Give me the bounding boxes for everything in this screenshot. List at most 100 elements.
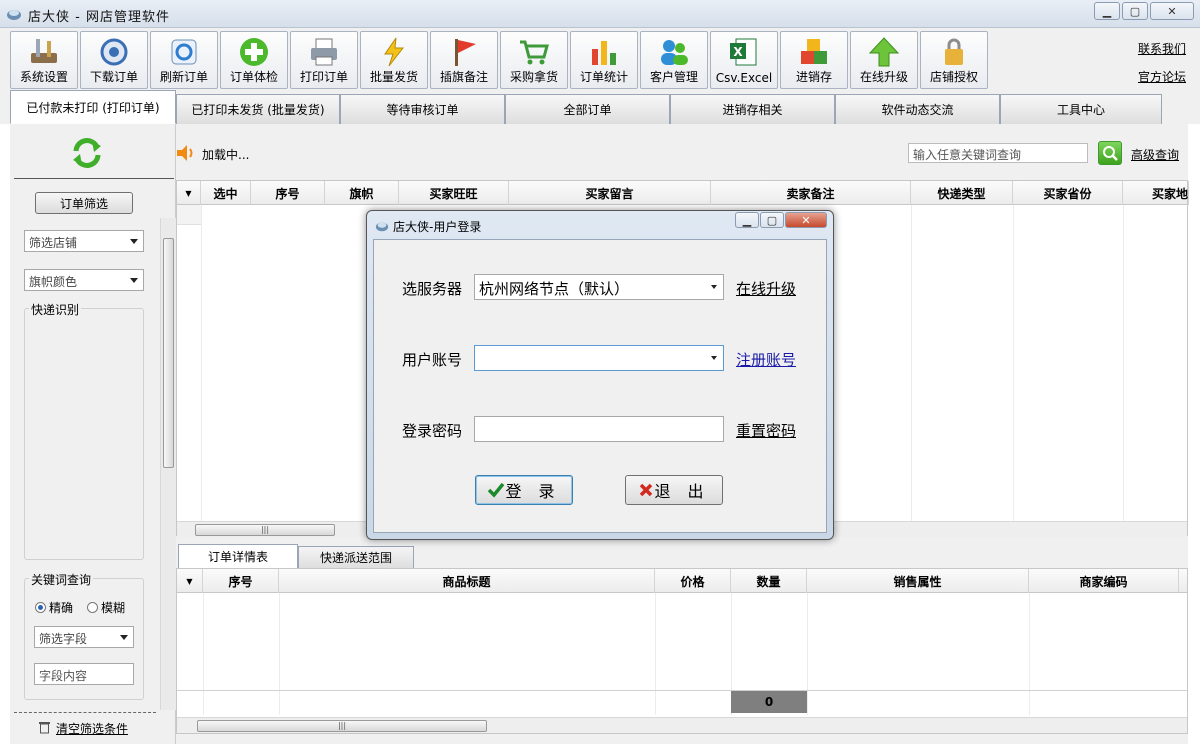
detail-horizontal-scrollbar[interactable]: ||| — [177, 717, 1187, 733]
col-seller-note[interactable]: 卖家备注 — [711, 181, 911, 205]
field-filter-value: 筛选字段 — [39, 632, 88, 646]
field-content-input[interactable]: 字段内容 — [34, 663, 134, 685]
register-account-link[interactable]: 注册账号 — [736, 349, 796, 370]
col-buyer-address[interactable]: 买家地 — [1123, 181, 1189, 205]
flag-note-button[interactable]: 插旗备注 — [430, 31, 498, 89]
col-buyer-message[interactable]: 买家留言 — [509, 181, 711, 205]
lightning-icon — [384, 37, 405, 67]
scroll-thumb[interactable]: ||| — [195, 524, 335, 536]
radio-exact[interactable]: 精确 — [35, 599, 73, 616]
scroll-thumb[interactable] — [163, 238, 174, 468]
grid-menu-cell[interactable]: ▼ — [177, 181, 201, 205]
tab-tool-center[interactable]: 工具中心 — [1000, 94, 1162, 124]
clear-filter-link[interactable]: 清空筛选条件 — [56, 720, 128, 737]
col-selected[interactable]: 选中 — [201, 181, 251, 205]
divider — [14, 712, 156, 713]
radio-fuzzy[interactable]: 模糊 — [87, 599, 125, 616]
main-toolbar: 系统设置 下载订单 刷新订单 订单体检 打印订单 批量发货 插旗备注 采购拿货 … — [0, 28, 1200, 90]
col-serial[interactable]: 序号 — [251, 181, 325, 205]
app-logo-icon — [375, 222, 389, 232]
grid-line — [911, 205, 912, 525]
app-logo-icon — [7, 10, 21, 20]
order-tabs: 已付款未打印 (打印订单) 已打印未发货 (批量发货) 等待审核订单 全部订单 … — [0, 90, 1200, 124]
tool-label: 进销存 — [795, 70, 832, 84]
order-check-button[interactable]: 订单体检 — [220, 31, 288, 89]
col-flag[interactable]: 旗帜 — [325, 181, 399, 205]
reset-password-link[interactable]: 重置密码 — [736, 420, 796, 441]
flag-color-select[interactable]: 旗帜颜色 — [24, 269, 144, 291]
grid-menu-cell[interactable]: ▼ — [177, 569, 203, 593]
inventory-button[interactable]: 进销存 — [780, 31, 848, 89]
csv-excel-button[interactable]: X Csv.Excel — [710, 31, 778, 89]
exit-button[interactable]: 退 出 — [625, 475, 723, 505]
radio-label: 精确 — [49, 601, 74, 615]
keyword-search-input[interactable]: 输入任意关键词查询 — [908, 143, 1088, 163]
shop-authorize-button[interactable]: 店铺授权 — [920, 31, 988, 89]
login-button[interactable]: 登 录 — [475, 475, 573, 505]
grid-line — [201, 205, 202, 525]
grid-line — [655, 593, 656, 715]
sidebar-scrollbar[interactable] — [160, 218, 176, 710]
print-orders-button[interactable]: 打印订单 — [290, 31, 358, 89]
online-upgrade-button[interactable]: 在线升级 — [850, 31, 918, 89]
boxes-icon — [801, 39, 827, 64]
tab-software-news[interactable]: 软件动态交流 — [835, 94, 1000, 124]
col-price[interactable]: 价格 — [655, 569, 731, 593]
batch-ship-button[interactable]: 批量发货 — [360, 31, 428, 89]
tab-inventory[interactable]: 进销存相关 — [670, 94, 835, 124]
group-title: 快递识别 — [29, 301, 82, 318]
download-orders-button[interactable]: 下载订单 — [80, 31, 148, 89]
col-merchant-code[interactable]: 商家编码 — [1029, 569, 1179, 593]
search-button[interactable] — [1098, 141, 1122, 165]
col-sales-attributes[interactable]: 销售属性 — [807, 569, 1029, 593]
divider — [14, 178, 174, 179]
dialog-minimize-button[interactable]: ▁ — [735, 212, 759, 228]
field-filter-select[interactable]: 筛选字段 — [34, 626, 134, 648]
refresh-orders-button[interactable]: 刷新订单 — [150, 31, 218, 89]
download-icon — [100, 38, 128, 66]
contact-us-link[interactable]: 联系我们 — [1138, 40, 1186, 57]
users-icon — [661, 40, 688, 65]
minimize-button[interactable]: ▁ — [1094, 2, 1120, 20]
account-input[interactable] — [474, 345, 724, 371]
official-forum-link[interactable]: 官方论坛 — [1138, 68, 1186, 85]
col-product-title[interactable]: 商品标题 — [279, 569, 655, 593]
advanced-search-link[interactable]: 高级查询 — [1131, 146, 1179, 163]
maximize-button[interactable]: ▢ — [1122, 2, 1148, 20]
col-buyer-province[interactable]: 买家省份 — [1013, 181, 1123, 205]
col-serial[interactable]: 序号 — [203, 569, 279, 593]
tool-label: 下载订单 — [89, 70, 138, 84]
col-express-type[interactable]: 快递类型 — [911, 181, 1013, 205]
customer-management-button[interactable]: 客户管理 — [640, 31, 708, 89]
col-quantity[interactable]: 数量 — [731, 569, 807, 593]
close-button[interactable]: ✕ — [1150, 2, 1194, 20]
refresh-icon[interactable] — [70, 136, 104, 170]
account-label: 用户账号 — [402, 351, 463, 369]
tab-pending-review[interactable]: 等待审核订单 — [340, 94, 505, 124]
bar-chart-icon — [592, 41, 616, 65]
tab-all-orders[interactable]: 全部订单 — [505, 94, 670, 124]
shop-filter-select[interactable]: 筛选店铺 — [24, 230, 144, 252]
chevron-down-icon — [711, 285, 717, 289]
system-settings-button[interactable]: 系统设置 — [10, 31, 78, 89]
password-input[interactable] — [474, 416, 724, 442]
tab-express-range[interactable]: 快递派送范围 — [298, 546, 414, 568]
up-arrow-icon — [868, 37, 900, 67]
dialog-close-button[interactable]: ✕ — [785, 212, 827, 228]
excel-icon: X — [730, 38, 757, 66]
express-recognition-group[interactable]: 快递识别 — [24, 301, 144, 560]
tool-label: 刷新订单 — [159, 70, 208, 84]
purchase-button[interactable]: 采购拿货 — [500, 31, 568, 89]
scroll-thumb[interactable]: ||| — [197, 720, 487, 732]
col-buyer-id[interactable]: 买家旺旺 — [399, 181, 509, 205]
server-select[interactable]: 杭州网络节点（默认） — [474, 274, 724, 300]
chevron-down-icon — [120, 635, 128, 640]
dialog-maximize-button[interactable]: ▢ — [760, 212, 784, 228]
radio-unselected-icon — [87, 602, 98, 613]
order-filter-button[interactable]: 订单筛选 — [35, 192, 133, 214]
tab-paid-unprinted[interactable]: 已付款未打印 (打印订单) — [10, 90, 176, 124]
order-stats-button[interactable]: 订单统计 — [570, 31, 638, 89]
tab-printed-unshipped[interactable]: 已打印未发货 (批量发货) — [176, 94, 340, 124]
online-upgrade-link[interactable]: 在线升级 — [736, 278, 796, 299]
tab-order-details[interactable]: 订单详情表 — [178, 544, 298, 568]
